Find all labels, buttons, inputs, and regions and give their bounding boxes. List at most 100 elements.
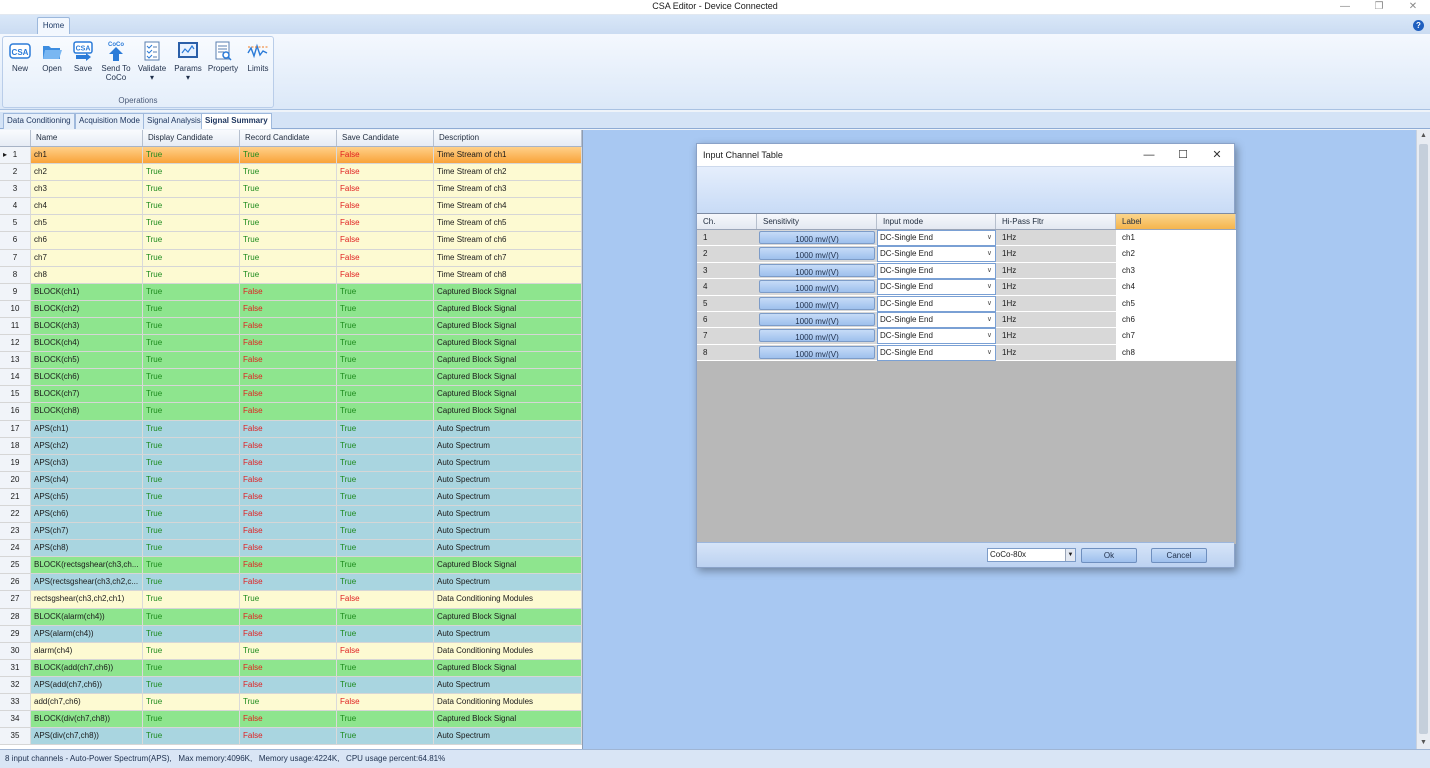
cell-description[interactable]: Auto Spectrum xyxy=(434,574,582,591)
cell-name[interactable]: APS(add(ch7,ch6)) xyxy=(31,676,143,693)
cell-description[interactable]: Captured Block Signal xyxy=(434,403,582,420)
chevron-down-icon[interactable]: ∨ xyxy=(987,280,992,294)
chevron-down-icon[interactable]: ∨ xyxy=(987,346,992,360)
cell-display-candidate[interactable]: True xyxy=(143,471,240,488)
table-row[interactable]: 16 BLOCK(ch8) True False True Captured Block … xyxy=(0,403,582,421)
input-mode-select[interactable]: DC-Single End ∨ xyxy=(877,246,996,263)
cell-display-candidate[interactable]: True xyxy=(143,283,240,300)
table-row[interactable]: 12 BLOCK(ch4) True False True Captured Block … xyxy=(0,335,582,353)
label-field[interactable]: ch4 xyxy=(1116,279,1236,295)
params-dropdown-icon[interactable]: ▾ xyxy=(173,73,203,82)
table-row[interactable]: 23 APS(ch7) True False True Auto Spectrum xyxy=(0,523,582,541)
cell-description[interactable]: Time Stream of ch4 xyxy=(434,198,582,215)
cell-record-candidate[interactable]: True xyxy=(240,215,337,232)
cell-save-candidate[interactable]: True xyxy=(337,317,434,335)
cell-record-candidate[interactable]: False xyxy=(240,728,337,745)
label-field[interactable]: ch3 xyxy=(1116,262,1236,279)
cell-description[interactable]: Auto Spectrum xyxy=(434,454,582,471)
cell-save-candidate[interactable]: False xyxy=(337,164,434,181)
cell-description[interactable]: Auto Spectrum xyxy=(434,728,582,745)
cell-record-candidate[interactable]: False xyxy=(240,540,337,557)
scrollbar-thumb[interactable] xyxy=(1419,144,1428,734)
cell-description[interactable]: Captured Block Signal xyxy=(434,283,582,300)
table-row[interactable]: 18 APS(ch2) True False True Auto Spectrum xyxy=(0,437,582,455)
cell-record-candidate[interactable]: False xyxy=(240,386,337,403)
input-mode-select[interactable]: DC-Single End ∨ xyxy=(877,230,996,246)
header-ch[interactable]: Ch. xyxy=(697,214,757,229)
table-row[interactable]: 28 BLOCK(alarm(ch4)) True False True Captured… xyxy=(0,608,582,626)
cell-save-candidate[interactable]: False xyxy=(337,215,434,232)
table-row[interactable]: 8 ch8 True True False Time Stream of ch8 xyxy=(0,266,582,284)
params-button[interactable]: Params ▾ xyxy=(173,40,203,82)
sensitivity-button[interactable]: 1000 mv/(V) xyxy=(759,247,875,261)
cell-name[interactable]: BLOCK(rectsgshear(ch3,ch... xyxy=(31,557,143,574)
cell-record-candidate[interactable]: True xyxy=(240,198,337,215)
close-icon[interactable]: ✕ xyxy=(1396,0,1430,14)
cell-name[interactable]: APS(ch8) xyxy=(31,540,143,557)
table-row[interactable]: 30 alarm(ch4) True True False Data Conditioni… xyxy=(0,642,582,660)
cell-display-candidate[interactable]: True xyxy=(143,437,240,454)
hi-pass-filter-cell[interactable]: 1Hz xyxy=(996,345,1116,360)
cell-record-candidate[interactable]: False xyxy=(240,352,337,369)
cell-display-candidate[interactable]: True xyxy=(143,659,240,676)
table-row[interactable]: 2 ch2 True True False Time Stream of ch2 xyxy=(0,164,582,182)
cell-record-candidate[interactable]: True xyxy=(240,694,337,711)
chevron-down-icon[interactable]: ▼ xyxy=(1065,549,1075,561)
cell-save-candidate[interactable]: True xyxy=(337,471,434,488)
cell-record-candidate[interactable]: False xyxy=(240,659,337,676)
cell-description[interactable]: Auto Spectrum xyxy=(434,471,582,488)
cell-description[interactable]: Captured Block Signal xyxy=(434,300,582,317)
cell-display-candidate[interactable]: True xyxy=(143,317,240,335)
cell-name[interactable]: APS(ch4) xyxy=(31,471,143,488)
cell-name[interactable]: BLOCK(ch6) xyxy=(31,369,143,386)
cell-name[interactable]: alarm(ch4) xyxy=(31,642,143,659)
cell-display-candidate[interactable]: True xyxy=(143,266,240,283)
cell-name[interactable]: BLOCK(ch7) xyxy=(31,386,143,403)
tab-home[interactable]: Home xyxy=(37,17,70,34)
table-row[interactable]: 3 ch3 True True False Time Stream of ch3 xyxy=(0,181,582,199)
cell-name[interactable]: APS(ch1) xyxy=(31,420,143,437)
cell-save-candidate[interactable]: True xyxy=(337,335,434,352)
hi-pass-filter-cell[interactable]: 1Hz xyxy=(996,246,1116,261)
cell-save-candidate[interactable]: True xyxy=(337,557,434,574)
cell-name[interactable]: APS(ch3) xyxy=(31,454,143,471)
cell-description[interactable]: Captured Block Signal xyxy=(434,557,582,574)
cell-name[interactable]: APS(ch7) xyxy=(31,523,143,540)
table-row[interactable]: 26 APS(rectsgshear(ch3,ch2,c... True False T… xyxy=(0,574,582,592)
cell-record-candidate[interactable]: True xyxy=(240,266,337,283)
cell-record-candidate[interactable]: True xyxy=(240,591,337,608)
table-row[interactable]: 14 BLOCK(ch6) True False True Captured Block … xyxy=(0,369,582,387)
cell-record-candidate[interactable]: True xyxy=(240,249,337,266)
cell-save-candidate[interactable]: False xyxy=(337,266,434,283)
cell-record-candidate[interactable]: False xyxy=(240,488,337,505)
cell-save-candidate[interactable]: True xyxy=(337,728,434,745)
label-field[interactable]: ch2 xyxy=(1116,246,1236,262)
tab-data-conditioning[interactable]: Data Conditioning xyxy=(3,113,75,129)
label-field[interactable]: ch1 xyxy=(1116,230,1236,246)
cell-description[interactable]: Captured Block Signal xyxy=(434,386,582,403)
header-hi-pass-fltr[interactable]: Hi-Pass Fltr xyxy=(996,214,1116,229)
cell-save-candidate[interactable]: True xyxy=(337,574,434,591)
cell-description[interactable]: Auto Spectrum xyxy=(434,488,582,505)
table-row[interactable]: 10 BLOCK(ch2) True False True Captured Block … xyxy=(0,300,582,318)
table-row[interactable]: 35 APS(div(ch7,ch8)) True False True Auto Spe… xyxy=(0,728,582,746)
table-row[interactable]: 27 rectsgshear(ch3,ch2,ch1) True True False D… xyxy=(0,591,582,609)
hi-pass-filter-cell[interactable]: 1Hz xyxy=(996,312,1116,327)
cell-save-candidate[interactable]: False xyxy=(337,249,434,266)
cell-record-candidate[interactable]: False xyxy=(240,523,337,540)
cell-description[interactable]: Auto Spectrum xyxy=(434,625,582,642)
channel-row[interactable]: 2 1000 mv/(V) DC-Single End ∨ 1Hz ch2 xyxy=(697,246,1236,263)
cell-record-candidate[interactable]: False xyxy=(240,608,337,625)
cell-save-candidate[interactable]: True xyxy=(337,523,434,540)
cell-save-candidate[interactable]: True xyxy=(337,352,434,369)
cell-name[interactable]: ch4 xyxy=(31,198,143,215)
cell-save-candidate[interactable]: True xyxy=(337,300,434,317)
input-mode-select[interactable]: DC-Single End ∨ xyxy=(877,279,996,296)
sensitivity-button[interactable]: 1000 mv/(V) xyxy=(759,231,875,244)
cell-save-candidate[interactable]: False xyxy=(337,147,434,164)
table-row[interactable]: 6 ch6 True True False Time Stream of ch6 xyxy=(0,232,582,250)
cell-name[interactable]: BLOCK(ch3) xyxy=(31,317,143,335)
cell-record-candidate[interactable]: False xyxy=(240,454,337,471)
input-mode-select[interactable]: DC-Single End ∨ xyxy=(877,328,996,345)
cell-record-candidate[interactable]: False xyxy=(240,300,337,317)
